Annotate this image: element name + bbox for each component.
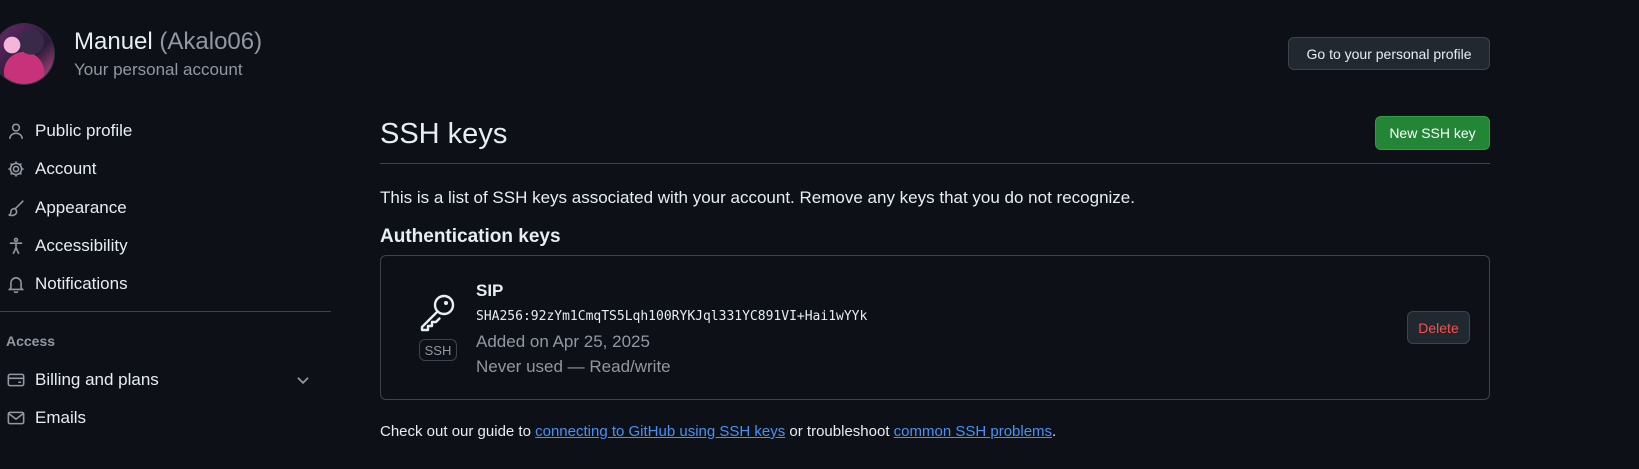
person-icon bbox=[6, 121, 26, 141]
sidebar-divider bbox=[0, 311, 331, 312]
account-name: Manuel (Akalo06) bbox=[74, 28, 262, 56]
go-to-profile-button[interactable]: Go to your personal profile bbox=[1288, 37, 1490, 70]
avatar[interactable] bbox=[0, 24, 54, 84]
page-title: SSH keys bbox=[380, 118, 508, 150]
footer-suffix: . bbox=[1052, 423, 1057, 440]
title-divider bbox=[380, 163, 1490, 164]
sidebar-item-billing[interactable]: Billing and plans bbox=[0, 362, 330, 398]
delete-key-button[interactable]: Delete bbox=[1407, 311, 1470, 344]
account-subtitle: Your personal account bbox=[74, 60, 243, 79]
accessibility-icon bbox=[6, 236, 26, 256]
sidebar-item-account[interactable]: Account bbox=[0, 151, 330, 187]
sidebar-item-emails[interactable]: Emails bbox=[0, 400, 330, 436]
new-ssh-key-button[interactable]: New SSH key bbox=[1375, 116, 1490, 150]
bell-icon bbox=[6, 274, 26, 294]
display-name: Manuel bbox=[74, 28, 153, 55]
paintbrush-icon bbox=[6, 198, 26, 218]
authentication-keys-heading: Authentication keys bbox=[380, 226, 561, 247]
credit-card-icon bbox=[6, 370, 26, 390]
sidebar-item-label: Emails bbox=[35, 408, 87, 427]
sidebar-item-label: Appearance bbox=[35, 198, 127, 217]
intro-text: This is a list of SSH keys associated wi… bbox=[380, 188, 1135, 207]
ssh-guide-link[interactable]: connecting to GitHub using SSH keys bbox=[535, 423, 785, 440]
mail-icon bbox=[6, 408, 26, 428]
sidebar-item-appearance[interactable]: Appearance bbox=[0, 190, 330, 226]
sidebar-item-public-profile[interactable]: Public profile bbox=[0, 113, 330, 149]
key-usage: Never used — Read/write bbox=[476, 357, 671, 376]
footer-prefix: Check out our guide to bbox=[380, 423, 536, 440]
sidebar-item-label: Public profile bbox=[35, 121, 133, 140]
key-title: SIP bbox=[476, 281, 504, 300]
username: (Akalo06) bbox=[159, 28, 263, 55]
help-footer: Check out our guide to connecting to Git… bbox=[380, 423, 1056, 440]
sidebar-item-label: Accessibility bbox=[35, 236, 128, 255]
sidebar-item-label: Account bbox=[35, 159, 97, 178]
ssh-badge: SSH bbox=[419, 339, 457, 361]
sidebar-item-accessibility[interactable]: Accessibility bbox=[0, 228, 330, 264]
ssh-troubleshoot-link[interactable]: common SSH problems bbox=[894, 423, 1052, 440]
key-icon bbox=[418, 292, 458, 332]
gear-icon bbox=[6, 159, 26, 179]
key-added-date: Added on Apr 25, 2025 bbox=[476, 332, 650, 351]
sidebar-item-label: Notifications bbox=[35, 274, 128, 293]
sidebar-section-access: Access bbox=[6, 333, 56, 349]
sidebar-item-label: Billing and plans bbox=[35, 370, 159, 389]
chevron-down-icon[interactable] bbox=[294, 371, 312, 389]
sidebar-item-notifications[interactable]: Notifications bbox=[0, 266, 330, 302]
footer-middle: or troubleshoot bbox=[785, 423, 894, 440]
key-fingerprint: SHA256:92zYm1CmqTS5Lqh100RYKJql331YC891V… bbox=[476, 309, 868, 324]
ssh-key-card bbox=[380, 255, 1490, 400]
